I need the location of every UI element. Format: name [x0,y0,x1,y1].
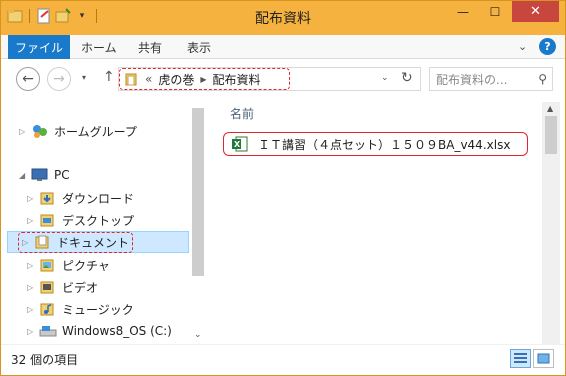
back-button[interactable]: ← [16,67,40,91]
ribbon-tabs: ファイル ホーム 共有 表示 ⌄ ? [1,35,565,59]
downloads-folder-icon [39,190,57,206]
expand-arrow-icon[interactable]: ▷ [22,238,34,247]
column-header-name[interactable]: 名前 [230,105,254,122]
status-bar: 32 個の項目 [1,344,565,375]
title-bar: ▾ 配布資料 — ☐ ✕ [1,1,565,35]
sidebar-item-label: ドキュメント [57,235,130,250]
close-button[interactable]: ✕ [512,1,559,22]
desktop-folder-icon [39,212,57,228]
breadcrumb-prefix[interactable]: « [145,72,152,86]
documents-folder-icon [34,234,52,250]
item-count: 32 個の項目 [11,353,79,367]
large-icons-view-button[interactable] [533,349,554,368]
forward-button[interactable]: → [47,67,71,91]
pictures-folder-icon [39,257,57,273]
file-list-scrollbar[interactable]: ▲ [542,102,560,344]
minimize-button[interactable]: — [448,1,478,22]
scrollbar-thumb[interactable] [192,108,204,276]
sidebar-item-label: ダウンロード [62,191,135,206]
tab-share[interactable]: 共有 [138,35,162,59]
details-view-icon [514,353,527,363]
search-input[interactable]: 配布資料の... ⚲ [429,67,553,91]
details-view-button[interactable] [510,349,531,368]
up-button[interactable]: ↑ [103,69,115,85]
breadcrumb: « 虎の巻 ▶ 配布資料 [119,68,290,90]
svg-text:X: X [234,140,241,149]
sidebar-item-label: ピクチャ [62,258,110,273]
navigation-pane: ▷ ホームグループ ◢ PC ▷ ダウンロード ▷ デスクトップ ▷ ドキュメン… [1,97,206,344]
expand-arrow-icon[interactable]: ▷ [27,261,39,270]
recent-locations-icon[interactable]: ▾ [82,73,86,82]
sidebar-item-documents[interactable]: ▷ ドキュメント [7,231,189,253]
computer-icon [31,167,49,183]
sidebar-item-label: デスクトップ [62,213,135,228]
tab-home[interactable]: ホーム [81,35,117,59]
expand-arrow-icon[interactable]: ▷ [27,327,39,336]
scroll-down-icon[interactable]: ⌄ [194,330,202,340]
address-dropdown-icon[interactable]: ⌄ [381,73,389,83]
sidebar-item-pictures[interactable]: ▷ ピクチャ [27,254,110,276]
sidebar-item-label: ミュージック [62,302,134,317]
expand-arrow-icon[interactable]: ▷ [27,283,39,292]
file-list-pane: 名前 X ＩＴ講習（４点セット）１５０９BA_v44.xlsx ▲ [206,97,565,344]
refresh-icon[interactable]: ↻ [401,70,413,86]
expand-arrow-icon[interactable]: ▷ [27,305,39,314]
documents-highlight: ▷ ドキュメント [18,231,134,253]
tab-view[interactable]: 表示 [187,35,211,59]
breadcrumb-separator-icon[interactable]: ▶ [200,75,206,84]
file-name: ＩＴ講習（４点セット）１５０９BA_v44.xlsx [258,137,511,152]
sidebar-item-label: Windows8_OS (C:) [62,324,172,338]
sidebar-item-label: ホームグループ [54,124,137,139]
music-folder-icon [39,301,57,317]
expand-ribbon-icon[interactable]: ⌄ [518,40,527,53]
expand-arrow-icon[interactable]: ▷ [27,194,39,203]
sidebar-item-music[interactable]: ▷ ミュージック [27,298,134,320]
videos-folder-icon [39,279,57,295]
tab-file[interactable]: ファイル [8,35,70,59]
drive-icon [39,323,57,339]
scrollbar-thumb[interactable] [545,116,557,154]
content-area: ▷ ホームグループ ◢ PC ▷ ダウンロード ▷ デスクトップ ▷ ドキュメン… [1,97,565,344]
breadcrumb-item-current[interactable]: 配布資料 [213,71,261,88]
address-bar[interactable]: « 虎の巻 ▶ 配布資料 ⌄ ↻ [118,67,421,91]
scroll-up-icon[interactable]: ▲ [547,104,553,113]
homegroup-icon [31,123,49,139]
sidebar-item-videos[interactable]: ▷ ビデオ [27,276,98,298]
breadcrumb-item-toranomaki[interactable]: 虎の巻 [158,71,194,88]
sidebar-item-pc[interactable]: ◢ PC [19,164,70,186]
maximize-button[interactable]: ☐ [480,1,510,22]
collapse-arrow-icon[interactable]: ◢ [19,171,31,180]
expand-arrow-icon[interactable]: ▷ [19,127,31,136]
file-row[interactable]: X ＩＴ講習（４点セット）１５０９BA_v44.xlsx [223,132,528,156]
explorer-window: ▾ 配布資料 — ☐ ✕ ファイル ホーム 共有 表示 ⌄ ? ← → ▾ ↑ … [0,0,566,376]
large-icons-view-icon [537,353,550,364]
sidebar-item-label: PC [54,168,70,182]
sidebar-item-drive-c[interactable]: ▷ Windows8_OS (C:) [27,320,172,342]
folder-icon [125,72,139,86]
expand-arrow-icon[interactable]: ▷ [27,216,39,225]
sidebar-item-desktop[interactable]: ▷ デスクトップ [27,209,134,231]
search-placeholder: 配布資料の... [436,72,508,87]
sidebar-item-homegroup[interactable]: ▷ ホームグループ [19,120,137,142]
sidebar-item-label: ビデオ [62,280,99,295]
navigation-scrollbar[interactable]: ⌄ [190,102,206,344]
excel-file-icon: X [232,136,248,152]
navigation-bar: ← → ▾ ↑ « 虎の巻 ▶ 配布資料 ⌄ ↻ 配布資料の... ⚲ [1,59,565,97]
sidebar-item-downloads[interactable]: ▷ ダウンロード [27,187,134,209]
search-icon[interactable]: ⚲ [538,72,547,86]
help-icon[interactable]: ? [539,38,556,55]
